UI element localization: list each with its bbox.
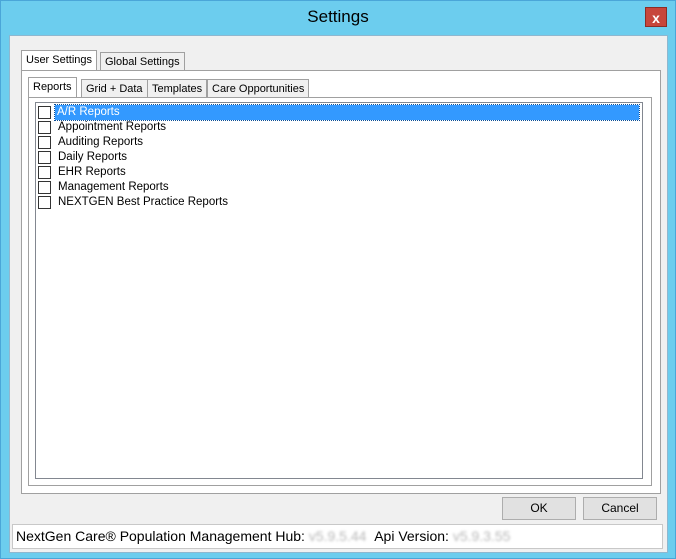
tab-label: User Settings bbox=[26, 54, 93, 66]
report-checkbox[interactable] bbox=[38, 196, 51, 209]
close-button[interactable]: x bbox=[645, 7, 667, 27]
report-checkbox[interactable] bbox=[38, 121, 51, 134]
reports-panel: A/R Reports Appointment Reports Auditing… bbox=[28, 97, 652, 486]
report-checkbox[interactable] bbox=[38, 181, 51, 194]
list-item[interactable]: Auditing Reports bbox=[36, 135, 642, 150]
tab-label: Grid + Data bbox=[86, 83, 143, 95]
report-label: Management Reports bbox=[58, 181, 169, 193]
report-label: Daily Reports bbox=[58, 151, 128, 163]
report-label: EHR Reports bbox=[58, 166, 126, 178]
tab-user-settings[interactable]: User Settings bbox=[21, 50, 98, 70]
api-version-value: v5.9.3.55 bbox=[452, 528, 511, 544]
list-item[interactable]: A/R Reports bbox=[36, 104, 642, 121]
tab-label: Reports bbox=[33, 81, 72, 93]
report-checkbox[interactable] bbox=[38, 106, 51, 119]
user-settings-panel: Reports Grid + Data Templates Care Oppor… bbox=[21, 70, 661, 494]
tab-global-settings[interactable]: Global Settings bbox=[100, 52, 185, 70]
cancel-button[interactable]: Cancel bbox=[583, 497, 657, 520]
app-name-label: NextGen Care® Population Management Hub: bbox=[16, 528, 305, 544]
list-item[interactable]: Appointment Reports bbox=[36, 120, 642, 135]
tab-label: Templates bbox=[152, 83, 203, 95]
tab-reports[interactable]: Reports bbox=[28, 77, 77, 97]
list-item[interactable]: Management Reports bbox=[36, 180, 642, 195]
report-label: A/R Reports bbox=[54, 104, 640, 121]
report-checkbox[interactable] bbox=[38, 136, 51, 149]
tab-care-opportunities[interactable]: Care Opportunities bbox=[207, 79, 310, 97]
report-label: NEXTGEN Best Practice Reports bbox=[58, 196, 228, 208]
report-label: Auditing Reports bbox=[58, 136, 144, 148]
report-checklist[interactable]: A/R Reports Appointment Reports Auditing… bbox=[35, 102, 643, 479]
tab-templates[interactable]: Templates bbox=[147, 79, 208, 97]
api-version-label: Api Version: bbox=[374, 528, 449, 544]
settings-window: Settings x User Settings Global Settings… bbox=[0, 0, 676, 559]
ok-button[interactable]: OK bbox=[502, 497, 576, 520]
report-label: Appointment Reports bbox=[58, 121, 167, 133]
list-item[interactable]: Daily Reports bbox=[36, 150, 642, 165]
list-item[interactable]: EHR Reports bbox=[36, 165, 642, 180]
app-version-value: v5.9.5.44 bbox=[308, 528, 367, 544]
status-bar: NextGen Care® Population Management Hub:… bbox=[12, 524, 663, 549]
close-icon: x bbox=[652, 10, 660, 26]
tab-grid-data[interactable]: Grid + Data bbox=[81, 79, 148, 97]
tab-label: Global Settings bbox=[105, 56, 180, 68]
dialog-body: User Settings Global Settings Reports Gr… bbox=[9, 35, 668, 553]
list-item[interactable]: NEXTGEN Best Practice Reports bbox=[36, 195, 642, 210]
report-checkbox[interactable] bbox=[38, 151, 51, 164]
window-title: Settings bbox=[307, 7, 369, 26]
tab-label: Care Opportunities bbox=[212, 83, 305, 95]
title-bar[interactable]: Settings x bbox=[1, 1, 675, 35]
report-checkbox[interactable] bbox=[38, 166, 51, 179]
